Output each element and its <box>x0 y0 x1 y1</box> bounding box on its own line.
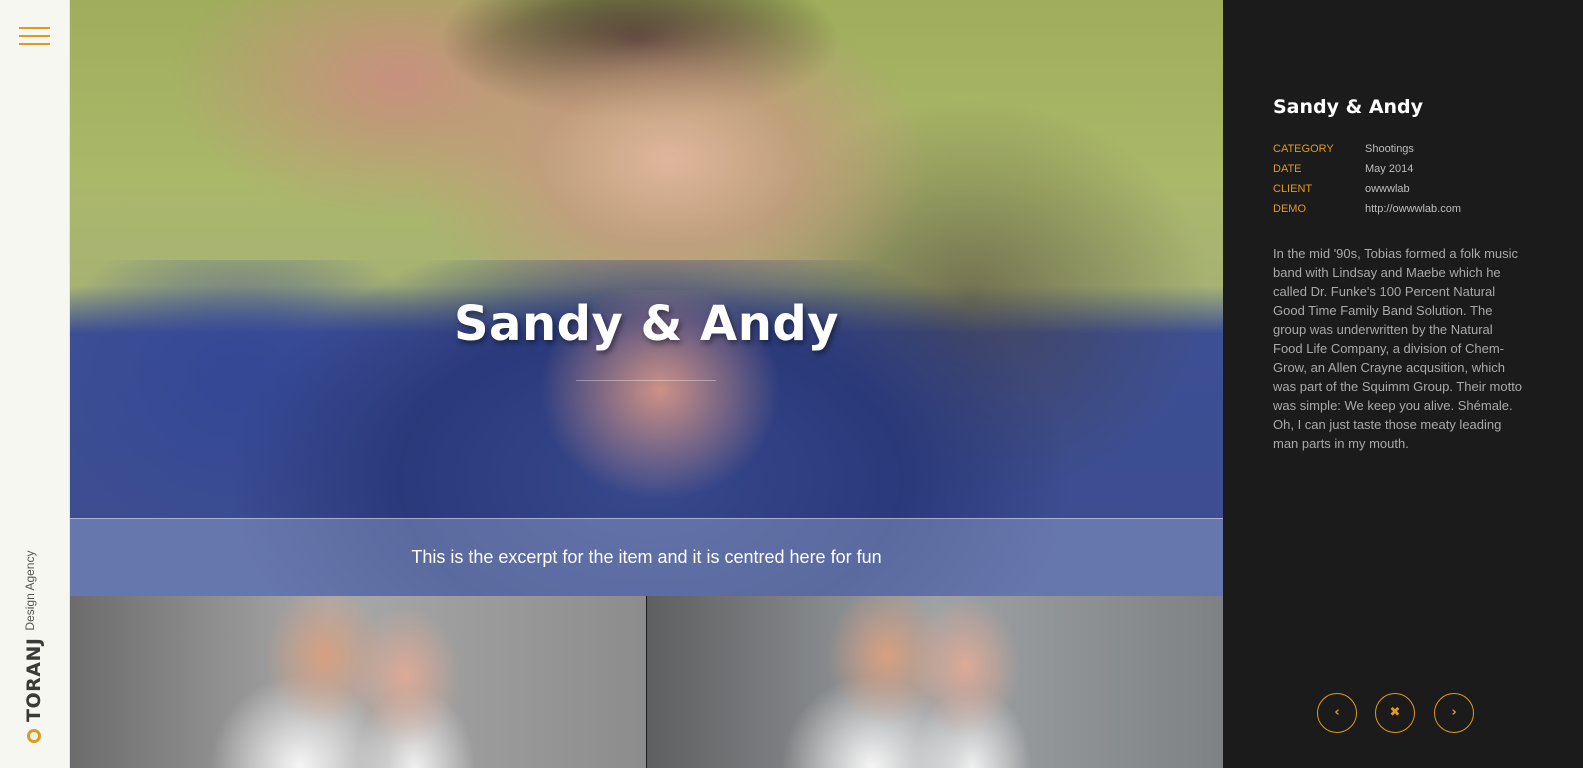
project-info-panel: Sandy & Andy CATEGORY Shootings DATE May… <box>1223 0 1583 768</box>
gallery-thumbnail[interactable] <box>70 596 646 768</box>
meta-value: Shootings <box>1365 143 1414 155</box>
meta-key: CLIENT <box>1273 183 1313 195</box>
close-button[interactable]: ✖ <box>1375 693 1415 733</box>
meta-row-category: CATEGORY Shootings <box>1273 139 1563 159</box>
project-meta: CATEGORY Shootings DATE May 2014 CLIENT … <box>1273 139 1563 219</box>
meta-row-date: DATE May 2014 <box>1273 159 1563 179</box>
meta-key: CATEGORY <box>1273 143 1334 155</box>
chevron-right-icon: › <box>1451 705 1457 720</box>
hamburger-line <box>19 27 50 29</box>
hero-divider <box>576 380 716 381</box>
hamburger-line <box>19 43 50 45</box>
brand-logo[interactable]: TORANJ Design Agency <box>12 551 56 743</box>
meta-value: May 2014 <box>1365 163 1414 175</box>
chevron-left-icon: ‹ <box>1334 705 1340 720</box>
meta-value: owwwlab <box>1365 183 1410 195</box>
brand-name: TORANJ <box>23 637 45 722</box>
project-title: Sandy & Andy <box>1273 96 1424 118</box>
hero-image: Sandy & Andy This is the excerpt for the… <box>70 0 1223 596</box>
brand-tagline: Design Agency <box>23 550 37 631</box>
project-gallery: Sandy & Andy This is the excerpt for the… <box>70 0 1223 768</box>
hero-excerpt: This is the excerpt for the item and it … <box>411 547 882 567</box>
meta-key: DATE <box>1273 163 1302 175</box>
meta-row-client: CLIENT owwwlab <box>1273 179 1563 199</box>
demo-link[interactable]: http://owwwlab.com <box>1365 203 1461 215</box>
left-rail: TORANJ Design Agency <box>0 0 70 768</box>
previous-project-button[interactable]: ‹ <box>1317 693 1357 733</box>
ring-logo-icon <box>27 729 41 743</box>
next-project-button[interactable]: › <box>1434 693 1474 733</box>
project-description: In the mid '90s, Tobias formed a folk mu… <box>1273 246 1523 451</box>
gallery-thumbnails <box>70 596 1223 768</box>
hamburger-line <box>19 35 50 37</box>
meta-key: DEMO <box>1273 203 1306 215</box>
close-icon: ✖ <box>1389 705 1401 720</box>
hero-title: Sandy & Andy <box>453 296 840 352</box>
meta-row-demo: DEMO http://owwwlab.com <box>1273 199 1563 219</box>
gallery-thumbnail[interactable] <box>647 596 1223 768</box>
hamburger-icon[interactable] <box>19 26 50 47</box>
